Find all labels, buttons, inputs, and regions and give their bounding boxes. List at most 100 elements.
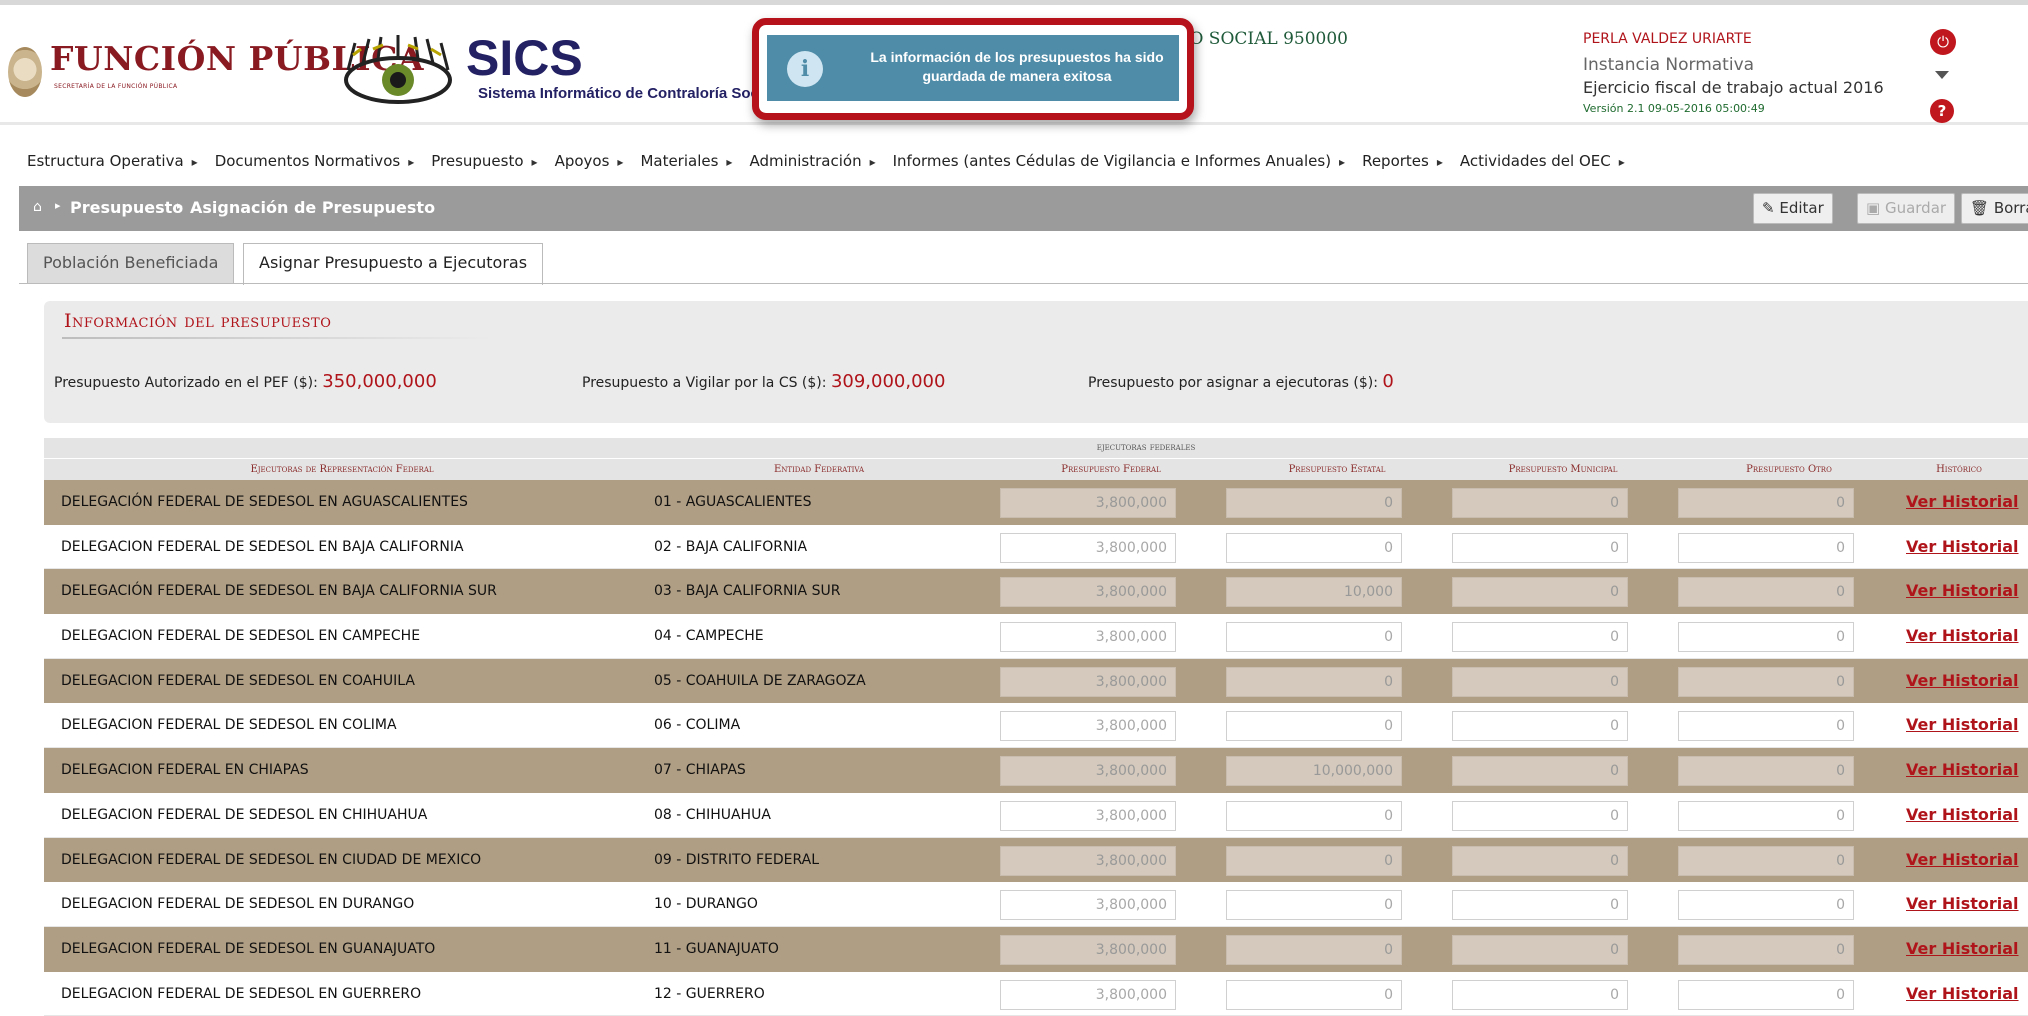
state-budget-input[interactable]: 0 bbox=[1226, 979, 1402, 1010]
municipal-budget-input[interactable]: 0 bbox=[1452, 890, 1628, 921]
municipal-budget-input[interactable]: 0 bbox=[1452, 622, 1628, 653]
menu-documentos-normativos[interactable]: Documentos Normativos bbox=[215, 152, 415, 170]
municipal-budget-input[interactable]: 0 bbox=[1452, 577, 1628, 608]
federal-budget-input[interactable]: 3,800,000 bbox=[1000, 666, 1176, 697]
table-row: DELEGACION FEDERAL DE SEDESOL EN CIUDAD … bbox=[44, 837, 2028, 883]
menu-estructura-operativa[interactable]: Estructura Operativa bbox=[27, 152, 198, 170]
col-other: Presupuesto Otro bbox=[1746, 464, 1832, 475]
table-row: DELEGACIÓN FEDERAL DE SEDESOL EN AGUASCA… bbox=[44, 480, 2028, 525]
user-name: PERLA VALDEZ URIARTE bbox=[1583, 31, 1752, 47]
federal-budget-input[interactable]: 3,800,000 bbox=[1000, 711, 1176, 742]
municipal-budget-input[interactable]: 0 bbox=[1452, 488, 1628, 518]
executor-name: DELEGACION FEDERAL EN CHIAPAS bbox=[61, 762, 309, 779]
view-history-link[interactable]: Ver Historial bbox=[1906, 525, 2019, 569]
menu-informes[interactable]: Informes (antes Cédulas de Vigilancia e … bbox=[893, 152, 1345, 170]
view-history-link[interactable]: Ver Historial bbox=[1906, 838, 2019, 882]
view-history-link[interactable]: Ver Historial bbox=[1906, 614, 2019, 658]
municipal-budget-input[interactable]: 0 bbox=[1452, 711, 1628, 742]
edit-button[interactable]: ✎ Editar bbox=[1753, 193, 1833, 224]
municipal-budget-input[interactable]: 0 bbox=[1452, 756, 1628, 787]
menu-reportes[interactable]: Reportes bbox=[1362, 152, 1443, 170]
state-budget-input[interactable]: 10,000 bbox=[1226, 577, 1402, 608]
federal-budget-input[interactable]: 3,800,000 bbox=[1000, 756, 1176, 787]
other-budget-input[interactable]: 0 bbox=[1678, 711, 1854, 742]
executor-name: DELEGACION FEDERAL DE SEDESOL EN COAHUIL… bbox=[61, 672, 415, 689]
col-executor: Ejecutoras de Representación Federal bbox=[250, 464, 434, 475]
state-budget-input[interactable]: 0 bbox=[1226, 890, 1402, 921]
municipal-budget-input[interactable]: 0 bbox=[1452, 979, 1628, 1010]
federal-budget-input[interactable]: 3,800,000 bbox=[1000, 890, 1176, 921]
state-budget-input[interactable]: 0 bbox=[1226, 845, 1402, 876]
breadcrumb-asignacion: Asignación de Presupuesto bbox=[190, 198, 436, 217]
view-history-link[interactable]: Ver Historial bbox=[1906, 480, 2019, 524]
federal-budget-input[interactable]: 3,800,000 bbox=[1000, 622, 1176, 653]
other-budget-input[interactable]: 0 bbox=[1678, 979, 1854, 1010]
view-history-link[interactable]: Ver Historial bbox=[1906, 793, 2019, 837]
state-budget-input[interactable]: 0 bbox=[1226, 532, 1402, 563]
state-budget-input[interactable]: 0 bbox=[1226, 934, 1402, 965]
federal-budget-input[interactable]: 3,800,000 bbox=[1000, 532, 1176, 563]
federal-budget-input[interactable]: 3,800,000 bbox=[1000, 934, 1176, 965]
view-history-link[interactable]: Ver Historial bbox=[1906, 569, 2019, 613]
caret-down-icon[interactable] bbox=[1935, 71, 1949, 79]
col-state: Presupuesto Estatal bbox=[1288, 464, 1386, 475]
state-budget-input[interactable]: 0 bbox=[1226, 622, 1402, 653]
delete-label: Borra bbox=[1993, 199, 2028, 217]
tab-asignar-presupuesto[interactable]: Asignar Presupuesto a Ejecutoras bbox=[243, 243, 544, 285]
breadcrumb-presupuesto[interactable]: Presupuesto bbox=[70, 198, 183, 217]
municipal-budget-input[interactable]: 0 bbox=[1452, 934, 1628, 965]
federal-budget-input[interactable]: 3,800,000 bbox=[1000, 845, 1176, 876]
table-row: DELEGACION FEDERAL DE SEDESOL EN GUANAJU… bbox=[44, 926, 2028, 972]
municipal-budget-input[interactable]: 0 bbox=[1452, 666, 1628, 697]
menu-administracion[interactable]: Administración bbox=[749, 152, 875, 170]
federal-budget-input[interactable]: 3,800,000 bbox=[1000, 577, 1176, 608]
authorized-budget: Presupuesto Autorizado en el PEF ($): 35… bbox=[54, 371, 437, 392]
state-budget-input[interactable]: 10,000,000 bbox=[1226, 756, 1402, 787]
view-history-link[interactable]: Ver Historial bbox=[1906, 927, 2019, 971]
tab-poblacion-beneficiada[interactable]: Población Beneficiada bbox=[27, 243, 235, 283]
executor-name: DELEGACION FEDERAL DE SEDESOL EN BAJA CA… bbox=[61, 538, 464, 555]
federal-budget-input[interactable]: 3,800,000 bbox=[1000, 488, 1176, 518]
other-budget-input[interactable]: 0 bbox=[1678, 890, 1854, 921]
view-history-link[interactable]: Ver Historial bbox=[1906, 748, 2019, 792]
success-toast[interactable]: i La información de los presupuestos ha … bbox=[752, 18, 1194, 120]
info-icon: i bbox=[787, 51, 823, 87]
other-budget-input[interactable]: 0 bbox=[1678, 577, 1854, 608]
menu-actividades-oec[interactable]: Actividades del OEC bbox=[1460, 152, 1625, 170]
help-icon[interactable]: ? bbox=[1930, 99, 1954, 123]
other-budget-input[interactable]: 0 bbox=[1678, 934, 1854, 965]
entity-name: 07 - CHIAPAS bbox=[654, 762, 746, 779]
sics-eye-logo bbox=[344, 35, 452, 104]
other-budget-input[interactable]: 0 bbox=[1678, 622, 1854, 653]
state-budget-input[interactable]: 0 bbox=[1226, 711, 1402, 742]
other-budget-input[interactable]: 0 bbox=[1678, 800, 1854, 831]
state-budget-input[interactable]: 0 bbox=[1226, 666, 1402, 697]
home-icon[interactable]: ⌂ bbox=[33, 199, 42, 215]
municipal-budget-input[interactable]: 0 bbox=[1452, 532, 1628, 563]
power-icon[interactable]: ⏻ bbox=[1930, 29, 1956, 55]
menu-presupuesto[interactable]: Presupuesto bbox=[431, 152, 537, 170]
table-row: DELEGACION FEDERAL DE SEDESOL EN BAJA CA… bbox=[44, 524, 2028, 570]
federal-budget-input[interactable]: 3,800,000 bbox=[1000, 979, 1176, 1010]
view-history-link[interactable]: Ver Historial bbox=[1906, 882, 2019, 926]
other-budget-input[interactable]: 0 bbox=[1678, 756, 1854, 787]
executor-name: DELEGACION FEDERAL DE SEDESOL EN CHIHUAH… bbox=[61, 806, 428, 823]
menu-materiales[interactable]: Materiales bbox=[640, 152, 732, 170]
other-budget-input[interactable]: 0 bbox=[1678, 666, 1854, 697]
state-budget-input[interactable]: 0 bbox=[1226, 488, 1402, 518]
view-history-link[interactable]: Ver Historial bbox=[1906, 659, 2019, 703]
executor-name: DELEGACION FEDERAL DE SEDESOL EN CAMPECH… bbox=[61, 628, 421, 645]
other-budget-input[interactable]: 0 bbox=[1678, 845, 1854, 876]
municipal-budget-input[interactable]: 0 bbox=[1452, 800, 1628, 831]
view-history-link[interactable]: Ver Historial bbox=[1906, 703, 2019, 747]
state-budget-input[interactable]: 0 bbox=[1226, 800, 1402, 831]
save-button[interactable]: ▣ Guardar bbox=[1857, 193, 1956, 224]
other-budget-input[interactable]: 0 bbox=[1678, 488, 1854, 518]
federal-budget-input[interactable]: 3,800,000 bbox=[1000, 800, 1176, 831]
save-icon: ▣ bbox=[1866, 199, 1885, 217]
menu-apoyos[interactable]: Apoyos bbox=[555, 152, 624, 170]
other-budget-input[interactable]: 0 bbox=[1678, 532, 1854, 563]
delete-button[interactable]: 🗑 Borra bbox=[1961, 193, 2028, 224]
municipal-budget-input[interactable]: 0 bbox=[1452, 845, 1628, 876]
view-history-link[interactable]: Ver Historial bbox=[1906, 972, 2019, 1016]
